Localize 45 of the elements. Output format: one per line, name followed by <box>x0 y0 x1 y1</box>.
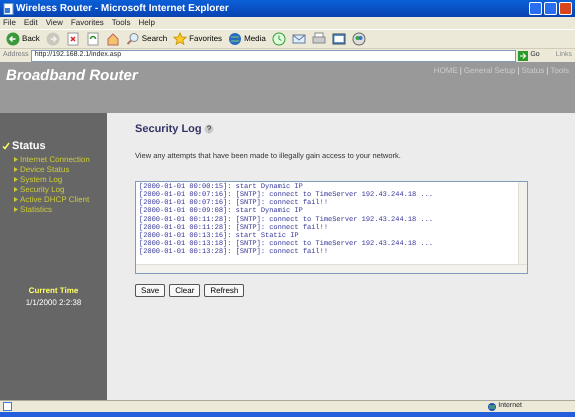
nav-separator: | <box>460 65 462 77</box>
menu-item[interactable]: Favorites <box>70 17 104 29</box>
document-icon <box>332 32 346 46</box>
horizontal-scrollbar[interactable] <box>136 264 527 273</box>
media-button[interactable]: Media <box>225 30 269 48</box>
form-button[interactable]: Clear <box>169 284 200 297</box>
close-button[interactable] <box>559 2 572 15</box>
page-icon <box>3 402 12 411</box>
menu-item[interactable]: Help <box>138 17 155 29</box>
back-icon <box>6 32 20 46</box>
vertical-scrollbar[interactable] <box>518 182 527 264</box>
nav-separator: | <box>546 65 548 77</box>
home-icon <box>106 32 120 46</box>
minimize-button[interactable] <box>529 2 542 15</box>
people-icon <box>352 32 366 46</box>
go-icon[interactable] <box>518 50 528 60</box>
back-button[interactable]: Back <box>3 30 43 48</box>
help-icon[interactable] <box>204 124 214 134</box>
printer-icon <box>312 32 326 46</box>
sidebar-section-title[interactable]: Status <box>12 138 46 154</box>
form-button[interactable]: Save <box>135 284 166 297</box>
search-button[interactable]: Search <box>122 30 170 48</box>
clock-icon <box>272 32 286 46</box>
menu-item[interactable]: Tools <box>112 17 130 29</box>
page-icon <box>3 2 14 14</box>
envelope-icon <box>292 32 306 46</box>
menu-item[interactable]: View <box>46 17 63 29</box>
globe-icon <box>228 32 242 46</box>
stop-icon <box>66 32 80 46</box>
menu-item[interactable]: File <box>3 17 16 29</box>
forward-icon <box>46 32 60 46</box>
time-value: 1/1/2000 2:2:38 <box>24 296 82 308</box>
maximize-button[interactable] <box>544 2 557 15</box>
search-icon <box>126 32 140 46</box>
star-icon <box>173 32 188 46</box>
form-button[interactable]: Refresh <box>204 284 244 297</box>
nav-separator: | <box>517 65 520 77</box>
globe-icon <box>488 402 496 410</box>
window-title: Wireless Router - Microsoft Internet Explorer <box>16 2 229 16</box>
brand-title: Broadband Router <box>6 66 138 86</box>
page-title: Security Log <box>135 122 202 137</box>
menu-item[interactable]: Edit <box>24 17 38 29</box>
time-label: Current Time <box>28 284 80 296</box>
refresh-icon <box>86 32 100 46</box>
favorites-button[interactable]: Favorites <box>170 30 226 48</box>
